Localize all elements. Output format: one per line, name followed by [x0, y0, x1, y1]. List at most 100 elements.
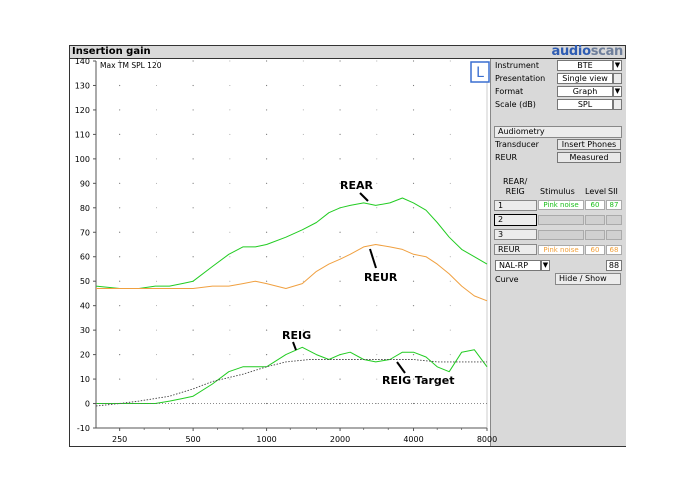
grid-dot	[119, 329, 121, 331]
grid-dot	[449, 60, 451, 62]
grid-dot	[265, 329, 268, 331]
grid-dot	[156, 280, 158, 282]
grid-dot	[302, 182, 304, 184]
grid-dot	[119, 109, 121, 111]
grid-dot	[376, 403, 378, 405]
grid-dot	[376, 109, 378, 111]
grid-dot	[376, 60, 378, 62]
x-tick-label: 250	[112, 435, 127, 444]
y-tick-label: 10	[80, 375, 90, 384]
grid-dot	[339, 329, 341, 331]
grid-dot	[412, 231, 415, 233]
grid-dot	[156, 329, 158, 331]
grid-dot	[302, 133, 304, 135]
grid-dot	[265, 231, 268, 233]
grid-dot	[449, 84, 451, 86]
grid-dot	[156, 158, 158, 160]
grid-dot	[156, 354, 158, 356]
grid-dot	[412, 329, 415, 331]
grid-dot	[229, 60, 231, 62]
y-tick-label: 50	[80, 277, 90, 286]
grid-dot	[265, 305, 268, 307]
grid-dot	[192, 305, 194, 307]
y-tick-label: 110	[75, 130, 90, 139]
reig-target-label: REIG Target	[382, 374, 454, 387]
x-tick-label: 2000	[330, 435, 350, 444]
x-tick-label: 8000	[477, 435, 497, 444]
grid-dot	[376, 158, 378, 160]
y-tick-label: 70	[80, 228, 90, 237]
x-tick-label: 500	[185, 435, 200, 444]
grid-dot	[265, 109, 268, 111]
grid-dot	[229, 133, 231, 135]
grid-dot	[192, 182, 194, 184]
grid-dot	[412, 207, 415, 209]
grid-dot	[449, 207, 451, 209]
grid-dot	[119, 158, 121, 160]
grid-dot	[192, 84, 194, 87]
grid-dot	[265, 354, 268, 356]
grid-dot	[265, 158, 268, 160]
grid-dot	[192, 133, 194, 135]
grid-dot	[229, 207, 231, 209]
ear-badge[interactable]: L	[470, 61, 490, 83]
grid-dot	[302, 256, 304, 258]
grid-dot	[119, 84, 121, 87]
grid-dot	[412, 305, 415, 307]
y-tick-label: 60	[80, 253, 90, 262]
grid-dot	[412, 109, 415, 111]
grid-dot	[265, 182, 268, 184]
grid-dot	[339, 305, 341, 307]
grid-dot	[192, 329, 194, 331]
grid-dot	[302, 109, 304, 111]
grid-dot	[119, 207, 121, 209]
grid-dot	[229, 329, 231, 331]
grid-dot	[229, 280, 231, 282]
grid-dot	[339, 256, 341, 258]
grid-dot	[339, 109, 341, 111]
grid-dot	[376, 231, 378, 233]
y-tick-label: 90	[80, 179, 90, 188]
rear-label: REAR	[340, 179, 373, 192]
insertion-gain-chart: 1401301201101009080706050403020100-10250…	[75, 57, 497, 444]
grid-dot	[156, 231, 158, 233]
reig-pointer	[292, 341, 297, 351]
grid-dot	[302, 207, 304, 209]
grid-dot	[376, 256, 378, 258]
grid-dot	[339, 60, 341, 62]
grid-dot	[376, 84, 378, 86]
y-tick-label: 140	[75, 57, 90, 66]
grid-dot	[376, 354, 378, 356]
grid-dot	[229, 378, 231, 380]
grid-dot	[192, 109, 194, 111]
grid-dot	[119, 182, 121, 184]
grid-dot	[119, 354, 121, 356]
grid-dot	[119, 256, 121, 258]
grid-dot	[412, 60, 415, 62]
y-tick-label: 120	[75, 106, 90, 115]
grid-dot	[376, 133, 378, 135]
grid-dot	[192, 158, 194, 160]
grid-dot	[192, 378, 194, 380]
y-tick-label: 130	[75, 81, 90, 90]
grid-dot	[449, 231, 451, 233]
y-tick-label: 100	[75, 155, 90, 164]
grid-dot	[229, 354, 231, 356]
grid-dot	[119, 133, 121, 135]
grid-dot	[339, 378, 341, 380]
y-tick-label: 80	[80, 204, 90, 213]
y-tick-label: 30	[80, 326, 90, 335]
grid-dot	[119, 231, 121, 233]
grid-dot	[339, 133, 341, 135]
reig-label: REIG	[282, 329, 311, 342]
y-tick-label: 20	[80, 351, 90, 360]
grid-dot	[265, 256, 268, 258]
grid-dot	[229, 109, 231, 111]
grid-dot	[265, 84, 268, 87]
grid-dot	[229, 182, 231, 184]
grid-dot	[412, 158, 415, 160]
grid-dot	[229, 305, 231, 307]
grid-dot	[376, 207, 378, 209]
grid-dot	[192, 354, 194, 356]
grid-dot	[192, 256, 194, 258]
